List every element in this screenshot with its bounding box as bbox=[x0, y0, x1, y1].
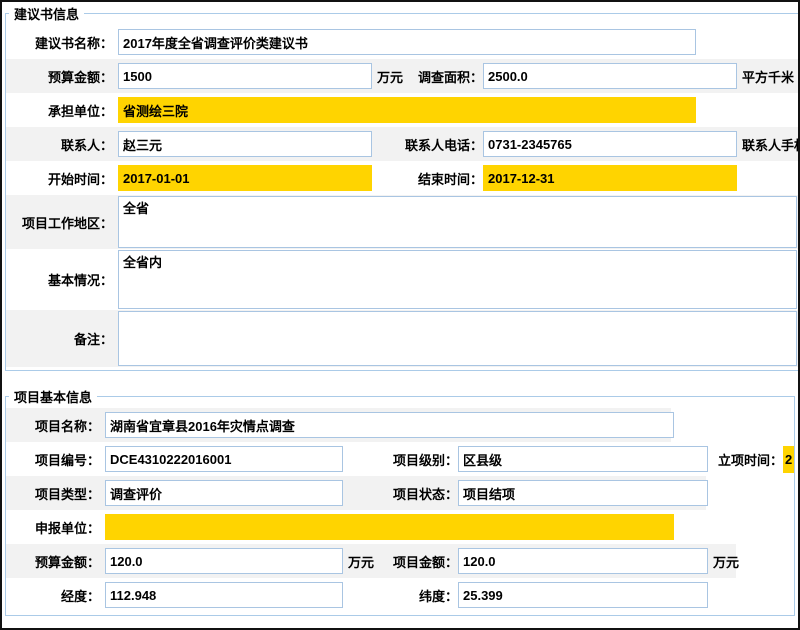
longitude-input[interactable] bbox=[105, 582, 343, 608]
contact-input[interactable] bbox=[118, 131, 372, 157]
field-label: 基本情况： bbox=[6, 270, 118, 289]
project-name-row: 项目名称： bbox=[6, 408, 794, 442]
remark-row: 备注： bbox=[6, 310, 800, 367]
dates-row: 开始时间： 结束时间： bbox=[6, 161, 800, 195]
unit-label: 万元 bbox=[713, 552, 739, 571]
field-label: 备注： bbox=[6, 329, 118, 348]
project-section-legend: 项目基本信息 bbox=[9, 387, 97, 406]
field-label: 联系人电话： bbox=[405, 135, 483, 154]
latitude-input[interactable] bbox=[458, 582, 708, 608]
project-status-input[interactable] bbox=[458, 480, 708, 506]
work-region-row: 项目工作地区： 全省 bbox=[6, 195, 800, 249]
start-date-input[interactable] bbox=[118, 165, 372, 191]
unit-label: 万元 bbox=[372, 67, 403, 86]
end-date-input[interactable] bbox=[483, 165, 737, 191]
field-label: 项目状态： bbox=[393, 484, 458, 503]
field-label: 建议书名称： bbox=[6, 33, 118, 52]
remark-textarea[interactable] bbox=[118, 311, 797, 366]
contact-row: 联系人： 联系人电话： 联系人手机： bbox=[6, 127, 800, 161]
field-label: 联系人手机： bbox=[742, 135, 800, 154]
proposal-section-legend: 建议书信息 bbox=[9, 4, 84, 23]
field-label: 纬度： bbox=[419, 586, 458, 605]
field-label: 结束时间： bbox=[418, 169, 483, 188]
field-label: 预算金额： bbox=[6, 552, 105, 571]
survey-area-input[interactable] bbox=[483, 63, 737, 89]
field-label: 调查面积： bbox=[418, 67, 483, 86]
budget-amount-input[interactable] bbox=[118, 63, 372, 89]
project-level-input[interactable] bbox=[458, 446, 708, 472]
unit-label: 万元 bbox=[343, 552, 374, 571]
field-label: 立项时间： bbox=[718, 450, 783, 469]
project-approval-date-input[interactable]: 2 bbox=[783, 446, 794, 473]
field-label: 开始时间： bbox=[6, 169, 118, 188]
contact-phone-input[interactable] bbox=[483, 131, 737, 157]
field-label: 项目名称： bbox=[6, 416, 105, 435]
field-label: 承担单位： bbox=[6, 101, 118, 120]
field-label: 经度： bbox=[6, 586, 105, 605]
work-region-textarea[interactable]: 全省 bbox=[118, 196, 797, 248]
field-label: 项目工作地区： bbox=[6, 213, 118, 232]
coordinates-row: 经度： 纬度： bbox=[6, 578, 794, 612]
undertaker-row: 承担单位： bbox=[6, 93, 800, 127]
project-type-row: 项目类型： 项目状态： bbox=[6, 476, 794, 510]
apply-unit-row: 申报单位： bbox=[6, 510, 794, 544]
budget-area-row: 预算金额： 万元 调查面积： 平方千米 bbox=[6, 59, 800, 93]
field-label: 项目编号： bbox=[6, 450, 105, 469]
proposal-name-row: 建议书名称： bbox=[6, 25, 800, 59]
field-label: 预算金额： bbox=[6, 67, 118, 86]
unit-label: 平方千米 bbox=[742, 67, 794, 86]
project-name-input[interactable] bbox=[105, 412, 674, 438]
basic-info-row: 基本情况： 全省内 bbox=[6, 249, 800, 310]
basic-info-textarea[interactable]: 全省内 bbox=[118, 250, 797, 309]
field-label: 申报单位： bbox=[6, 518, 105, 537]
project-budget-input[interactable] bbox=[105, 548, 343, 574]
form-page: 建议书信息 建议书名称： 预算金额： 万元 调查面积： 平方千米 承担单位： 联… bbox=[0, 0, 800, 630]
undertaker-input[interactable] bbox=[118, 97, 696, 123]
field-label: 项目级别： bbox=[393, 450, 458, 469]
project-budget-row: 预算金额： 万元 项目金额： 万元 bbox=[6, 544, 794, 578]
field-label: 项目金额： bbox=[393, 552, 458, 571]
project-code-input[interactable] bbox=[105, 446, 343, 472]
project-info-section: 项目基本信息 项目名称： 项目编号： 项目级别： 立项时间： 2 项目类型： 项… bbox=[5, 387, 795, 616]
field-label: 项目类型： bbox=[6, 484, 105, 503]
field-label: 联系人： bbox=[6, 135, 118, 154]
project-code-row: 项目编号： 项目级别： 立项时间： 2 bbox=[6, 442, 794, 476]
proposal-name-input[interactable] bbox=[118, 29, 696, 55]
project-type-input[interactable] bbox=[105, 480, 343, 506]
proposal-info-section: 建议书信息 建议书名称： 预算金额： 万元 调查面积： 平方千米 承担单位： 联… bbox=[5, 4, 800, 371]
apply-unit-input[interactable] bbox=[105, 514, 674, 540]
project-amount-input[interactable] bbox=[458, 548, 708, 574]
